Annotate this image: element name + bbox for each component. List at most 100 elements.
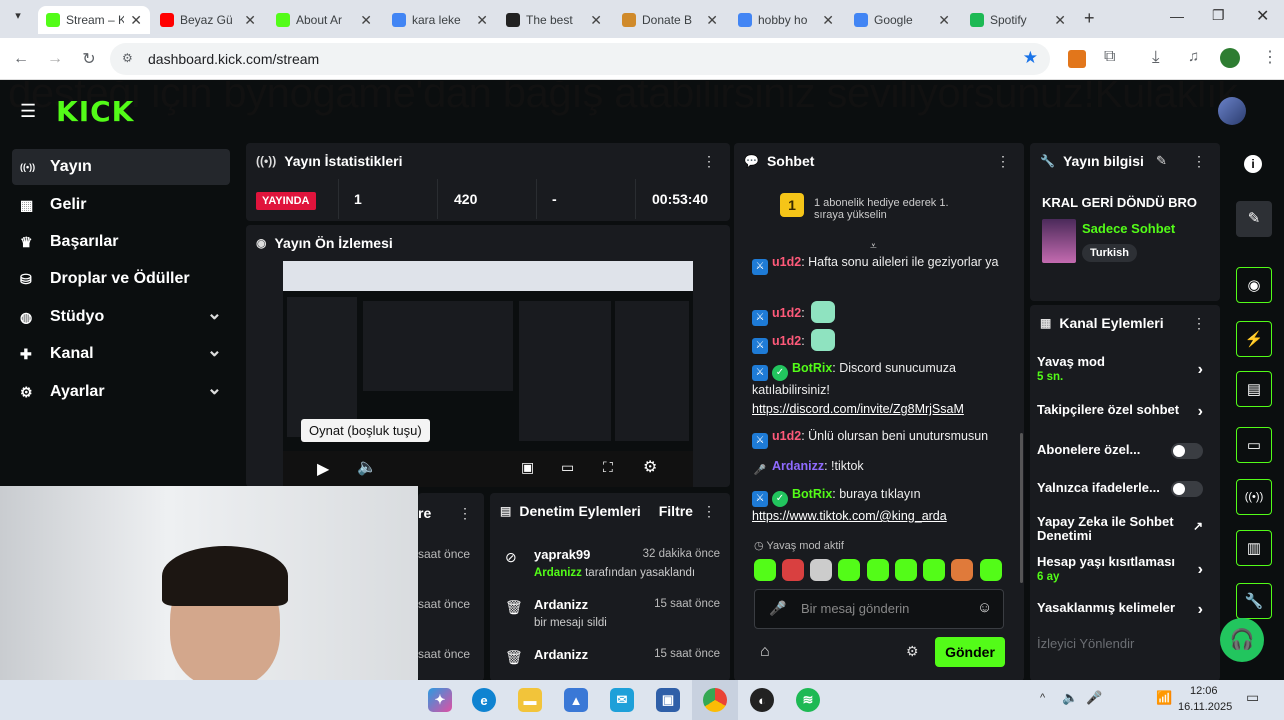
close-tab-icon[interactable]: ✕	[706, 12, 718, 29]
store-app-icon[interactable]: ▲	[564, 688, 588, 712]
close-tab-icon[interactable]: ✕	[822, 12, 834, 29]
new-tab-button[interactable]: +	[1084, 8, 1095, 29]
sidebar-item[interactable]: ((•)) Yayın	[12, 149, 230, 185]
emote-icon[interactable]	[951, 559, 973, 581]
browser-menu-icon[interactable]: ⋮	[1262, 47, 1278, 67]
notification-icon[interactable]: ▭	[1246, 689, 1259, 706]
chevron-down-icon[interactable]: ⌄	[207, 340, 222, 361]
chat-input[interactable]: 🎤 Bir mesaj gönderin ☺	[754, 589, 1004, 629]
browser-tab[interactable]: Google ✕	[846, 6, 958, 34]
sidebar-item[interactable]: ⛁ Droplar ve Ödüller	[12, 261, 230, 297]
chat-more-icon[interactable]: ⋮	[996, 153, 1010, 170]
channel-action-row[interactable]: Yapay Zeka ile Sohbet Denetimi ↗	[1037, 515, 1217, 543]
broadcast-toggle-icon[interactable]: ((•))	[1236, 479, 1272, 515]
download-icon[interactable]: ⤓	[1152, 47, 1160, 67]
chat-message[interactable]: ⚔ u1d2:	[752, 329, 1002, 354]
close-window-button[interactable]: ✕	[1256, 6, 1269, 26]
user-avatar[interactable]	[1218, 97, 1246, 125]
layout-icon[interactable]: ▥	[1236, 530, 1272, 566]
channel-action-row[interactable]: Yasaklanmış kelimeler ›	[1037, 601, 1217, 619]
chevron-right-icon[interactable]: ›	[1198, 361, 1203, 379]
channel-action-row[interactable]: Hesap yaşı kısıtlaması 6 ay ›	[1037, 555, 1217, 584]
emote-icon[interactable]	[867, 559, 889, 581]
store-icon[interactable]: ⌂	[760, 643, 770, 661]
microphone-icon[interactable]: 🎤	[769, 600, 786, 617]
fullscreen-icon[interactable]: ⛶	[603, 459, 613, 476]
emoji-icon[interactable]: ☺	[977, 599, 992, 616]
toggle-switch[interactable]	[1171, 481, 1203, 497]
browser-tab[interactable]: Spotify ✕	[962, 6, 1074, 34]
menu-icon[interactable]: ☰	[20, 101, 36, 122]
browser-tab[interactable]: Beyaz Gü ✕	[152, 6, 264, 34]
mail-icon[interactable]: ✉	[610, 688, 634, 712]
pip-icon[interactable]: ▣	[521, 459, 534, 476]
sidebar-item[interactable]: ⚙ Ayarlar ⌄	[12, 374, 230, 410]
channel-action-row[interactable]: Takipçilere özel sohbet ›	[1037, 403, 1217, 421]
chat-username[interactable]: BotRix	[792, 487, 832, 501]
chat-link[interactable]: https://www.tiktok.com/@king_arda	[752, 509, 947, 523]
edge-icon[interactable]: e	[472, 688, 496, 712]
notes-icon[interactable]: ▤	[1236, 371, 1272, 407]
channel-action-row[interactable]: Yavaş mod 5 sn. ›	[1037, 355, 1217, 384]
moderation-user[interactable]: yaprak99	[534, 547, 590, 562]
chevron-down-icon[interactable]: ⌄	[207, 303, 222, 324]
sidebar-item[interactable]: ♛ Başarılar	[12, 224, 230, 260]
emote-icon[interactable]	[782, 559, 804, 581]
close-tab-icon[interactable]: ✕	[1054, 12, 1066, 29]
send-button[interactable]: Gönder	[935, 637, 1005, 667]
tab-search-button[interactable]: ▾	[8, 9, 28, 29]
network-icon[interactable]: 📶	[1156, 690, 1172, 706]
play-icon[interactable]: ▶	[317, 459, 329, 479]
address-bar[interactable]: ⚙ dashboard.kick.com/stream ★	[110, 43, 1050, 75]
channel-action-row[interactable]: Abonelere özel...	[1037, 443, 1217, 459]
kick-logo[interactable]: KICK	[56, 95, 134, 128]
mic-tray-icon[interactable]: 🎤	[1086, 690, 1102, 706]
chat-username[interactable]: Ardanizz	[772, 459, 824, 473]
chat-scrollbar[interactable]	[1020, 433, 1023, 583]
chat-username[interactable]: u1d2	[772, 255, 801, 269]
browser-tab[interactable]: About Ar ✕	[268, 6, 380, 34]
emote-icon[interactable]	[980, 559, 1002, 581]
emote-icon[interactable]	[895, 559, 917, 581]
obs-icon[interactable]: ◐	[750, 688, 774, 712]
sidebar-item[interactable]: ▦ Gelir	[12, 187, 230, 223]
collapse-pinned-icon[interactable]: ⩡	[870, 239, 877, 254]
chat-link[interactable]: https://discord.com/invite/Zg8MrjSsaM	[752, 402, 964, 416]
edit-layout-button[interactable]: ✎	[1236, 201, 1272, 237]
category-name[interactable]: Sadece Sohbet	[1082, 221, 1175, 236]
close-tab-icon[interactable]: ✕	[590, 12, 602, 29]
tools-icon[interactable]: 🔧	[1236, 583, 1272, 619]
stats-more-icon[interactable]: ⋮	[702, 153, 716, 170]
close-tab-icon[interactable]: ✕	[938, 12, 950, 29]
media-control-icon[interactable]: ♫	[1188, 48, 1199, 65]
settings-icon[interactable]: ⚙	[643, 457, 657, 477]
support-button[interactable]: 🎧	[1220, 618, 1264, 662]
extensions-icon[interactable]: ⧉	[1104, 48, 1115, 66]
partial-more-icon[interactable]: ⋮	[458, 505, 472, 522]
system-tray-chevron-icon[interactable]: ^	[1040, 692, 1045, 704]
chat-message[interactable]: ⚔ u1d2: Ünlü olursan beni unutursmusun	[752, 427, 1002, 449]
stream-info-more-icon[interactable]: ⋮	[1192, 153, 1206, 170]
chevron-down-icon[interactable]: ⌄	[207, 378, 222, 399]
maximize-button[interactable]: ❐	[1212, 7, 1225, 24]
chrome-icon[interactable]	[703, 688, 727, 712]
close-tab-icon[interactable]: ✕	[476, 12, 488, 29]
theater-icon[interactable]: ▭	[561, 459, 574, 476]
chat-message[interactable]: 🎤 Ardanizz: !tiktok	[752, 457, 1002, 479]
pinned-message[interactable]: 1 abonelik hediye ederek 1. sıraya yükse…	[814, 197, 974, 221]
edit-icon[interactable]: ✎	[1156, 153, 1167, 169]
moderation-actor[interactable]: Ardanizz	[534, 567, 582, 579]
sidebar-item[interactable]: ✚ Kanal ⌄	[12, 336, 230, 372]
close-tab-icon[interactable]: ✕	[360, 12, 372, 29]
video-player[interactable]: Oynat (boşluk tuşu) ▶ 🔈 ▣ ▭ ⛶ ⚙	[283, 261, 693, 487]
clock-date[interactable]: 16.11.2025	[1178, 701, 1232, 713]
chat-username[interactable]: u1d2	[772, 429, 801, 443]
minimize-button[interactable]: —	[1170, 8, 1184, 24]
chevron-right-icon[interactable]: ›	[1198, 601, 1203, 619]
emote-icon[interactable]	[923, 559, 945, 581]
chat-message[interactable]: ⚔ ✓ BotRix: Discord sunucumuza katılabilir…	[752, 359, 1002, 419]
chat-toggle-icon[interactable]: ▭	[1236, 427, 1272, 463]
emote-icon[interactable]	[838, 559, 860, 581]
reload-button[interactable]: ↻	[76, 46, 102, 72]
chat-message[interactable]: ⚔ ✓ BotRix: buraya tıklayın https://www.tik…	[752, 485, 1002, 526]
